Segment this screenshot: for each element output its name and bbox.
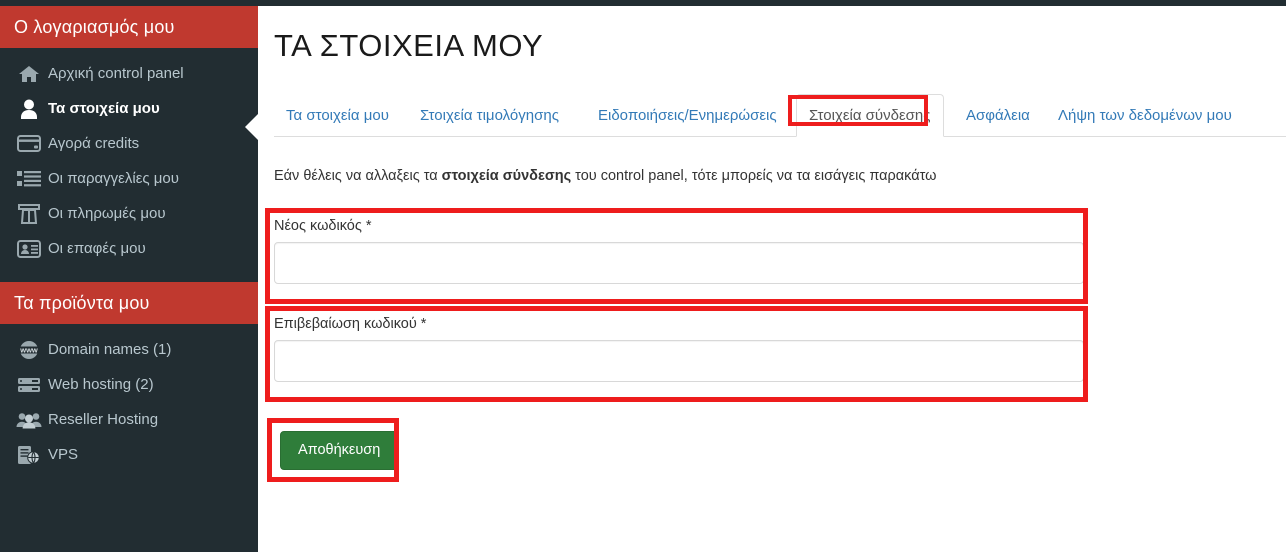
www-globe-icon: www bbox=[14, 339, 44, 361]
sidebar-item-home[interactable]: Αρχική control panel bbox=[0, 56, 258, 91]
server-icon bbox=[14, 374, 44, 396]
sidebar-item-my-orders-label: Οι παραγγελίες μου bbox=[48, 170, 179, 187]
list-icon bbox=[14, 168, 44, 190]
sidebar-item-my-orders[interactable]: Οι παραγγελίες μου bbox=[0, 161, 258, 196]
sidebar-item-my-contacts[interactable]: Οι επαφές μου bbox=[0, 231, 258, 266]
active-item-arrow-icon bbox=[245, 114, 258, 140]
sidebar-item-web-hosting[interactable]: Web hosting (2) bbox=[0, 367, 258, 402]
user-icon bbox=[14, 98, 44, 120]
tab-download-my-data[interactable]: Λήψη των δεδομένων μου bbox=[1046, 94, 1244, 136]
new-password-field-group: Νέος κωδικός * bbox=[274, 218, 1084, 284]
page-title: ΤΑ ΣΤΟΙΧΕΙΑ ΜΟΥ bbox=[274, 28, 544, 63]
tab-security[interactable]: Ασφάλεια bbox=[954, 94, 1042, 136]
vps-icon bbox=[14, 444, 44, 466]
confirm-password-label: Επιβεβαίωση κωδικού * bbox=[274, 316, 427, 332]
tab-login-details[interactable]: Στοιχεία σύνδεσης bbox=[796, 94, 944, 137]
sidebar-account-header: Ο λογαριασμός μου bbox=[0, 6, 258, 48]
sidebar-item-my-details-label: Τα στοιχεία μου bbox=[48, 100, 160, 117]
sidebar-item-reseller-hosting-label: Reseller Hosting bbox=[48, 411, 159, 428]
sidebar-item-buy-credits-label: Αγορά credits bbox=[48, 135, 140, 152]
tab-billing-details[interactable]: Στοιχεία τιμολόγησης bbox=[408, 94, 571, 136]
sidebar-item-buy-credits[interactable]: Αγορά credits bbox=[0, 126, 258, 161]
sidebar-item-domain-names[interactable]: www Domain names (1) bbox=[0, 332, 258, 367]
sidebar-item-home-label: Αρχική control panel bbox=[48, 65, 184, 82]
new-password-input[interactable] bbox=[274, 242, 1084, 284]
tab-bar: Τα στοιχεία μου Στοιχεία τιμολόγησης Ειδ… bbox=[274, 94, 1286, 137]
svg-text:www: www bbox=[19, 345, 38, 354]
sidebar-item-my-payments[interactable]: Οι πληρωμές μου bbox=[0, 196, 258, 231]
intro-bold: στοιχεία σύνδεσης bbox=[441, 168, 572, 184]
tab-billing-details-label: Στοιχεία τιμολόγησης bbox=[420, 106, 559, 124]
sidebar: Ο λογαριασμός μου Αρχική control panel Τ… bbox=[0, 6, 258, 552]
sidebar-account-header-label: Ο λογαριασμός μου bbox=[14, 16, 175, 37]
tab-notifications-label: Ειδοποιήσεις/Ενημερώσεις bbox=[598, 106, 777, 124]
credit-card-icon bbox=[14, 133, 44, 155]
sidebar-item-my-payments-label: Οι πληρωμές μου bbox=[48, 205, 166, 222]
contact-card-icon bbox=[14, 238, 44, 260]
main-content: ΤΑ ΣΤΟΙΧΕΙΑ ΜΟΥ Τα στοιχεία μου Στοιχεία… bbox=[258, 6, 1286, 552]
intro-prefix: Εάν θέλεις να αλλαξεις τα bbox=[274, 168, 442, 184]
sidebar-products-header: Τα προϊόντα μου bbox=[0, 282, 258, 324]
sidebar-account-menu: Αρχική control panel Τα στοιχεία μου Αγο… bbox=[0, 48, 258, 266]
tab-security-label: Ασφάλεια bbox=[966, 106, 1030, 124]
sidebar-products-header-label: Τα προϊόντα μου bbox=[14, 292, 150, 313]
sidebar-item-my-contacts-label: Οι επαφές μου bbox=[48, 240, 146, 257]
tab-my-details[interactable]: Τα στοιχεία μου bbox=[274, 94, 401, 136]
tab-notifications[interactable]: Ειδοποιήσεις/Ενημερώσεις bbox=[586, 94, 789, 136]
users-group-icon bbox=[14, 409, 44, 431]
confirm-password-input[interactable] bbox=[274, 340, 1084, 382]
tab-download-my-data-label: Λήψη των δεδομένων μου bbox=[1058, 106, 1232, 124]
payments-icon bbox=[14, 203, 44, 225]
tab-login-details-label: Στοιχεία σύνδεσης bbox=[809, 107, 931, 124]
tab-my-details-label: Τα στοιχεία μου bbox=[286, 106, 389, 124]
home-icon bbox=[14, 63, 44, 85]
intro-text: Εάν θέλεις να αλλαξεις τα στοιχεία σύνδε… bbox=[274, 168, 936, 184]
sidebar-item-my-details[interactable]: Τα στοιχεία μου bbox=[0, 91, 258, 126]
new-password-label: Νέος κωδικός * bbox=[274, 218, 372, 234]
sidebar-item-domain-names-label: Domain names (1) bbox=[48, 341, 172, 358]
intro-suffix: του control panel, τότε μπορείς να τα ει… bbox=[571, 168, 937, 184]
save-button[interactable]: Αποθήκευση bbox=[280, 431, 399, 470]
sidebar-item-vps[interactable]: VPS bbox=[0, 437, 258, 472]
sidebar-item-reseller-hosting[interactable]: Reseller Hosting bbox=[0, 402, 258, 437]
sidebar-item-vps-label: VPS bbox=[48, 446, 79, 463]
sidebar-products-menu: www Domain names (1) Web hosting (2) Res… bbox=[0, 324, 258, 472]
sidebar-item-web-hosting-label: Web hosting (2) bbox=[48, 376, 154, 393]
confirm-password-field-group: Επιβεβαίωση κωδικού * bbox=[274, 316, 1084, 382]
